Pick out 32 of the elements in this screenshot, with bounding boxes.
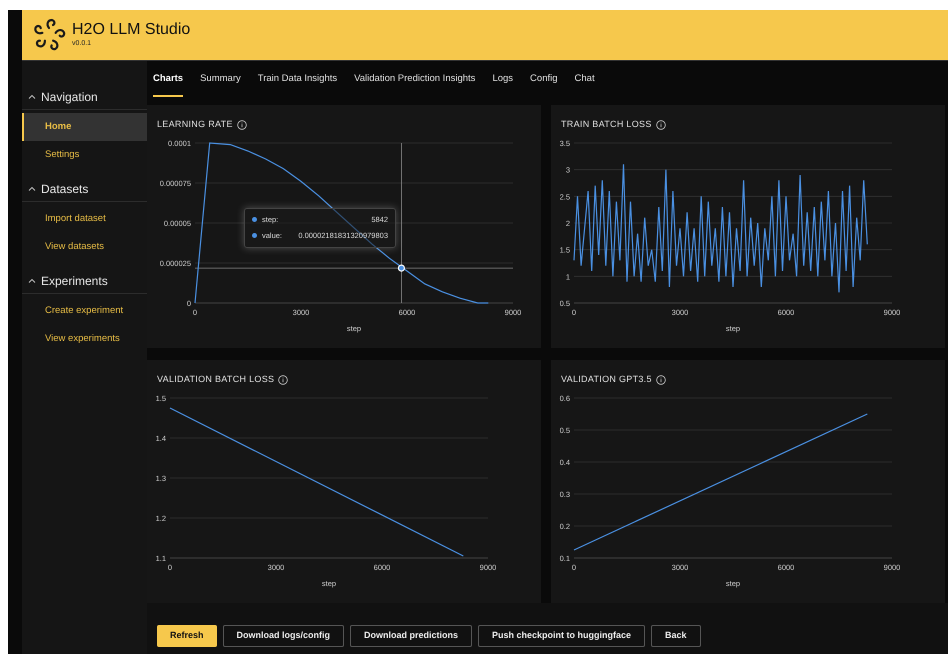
tab[interactable]: Chat (574, 72, 595, 97)
nav-item[interactable]: View datasets (22, 233, 147, 261)
section-header[interactable]: Navigation (22, 85, 147, 110)
nav-item[interactable]: Settings (22, 141, 147, 169)
action-button[interactable]: Back (651, 625, 701, 647)
logo-icon (32, 18, 66, 52)
series-dot-icon (252, 233, 257, 238)
app-title: H2O LLM Studio (72, 20, 190, 39)
action-button[interactable]: Refresh (157, 625, 217, 647)
nav-item[interactable]: Create experiment (22, 297, 147, 325)
chart-title: LEARNING RATE (157, 118, 233, 131)
tab[interactable]: Summary (200, 72, 241, 97)
tab[interactable]: Logs (492, 72, 514, 97)
chart-title: VALIDATION BATCH LOSS (157, 372, 274, 386)
info-icon[interactable] (236, 120, 247, 130)
tab[interactable]: Validation Prediction Insights (354, 72, 476, 97)
series-dot-icon (252, 217, 257, 222)
chart-title: TRAIN BATCH LOSS (561, 118, 652, 131)
nav-item[interactable]: View experiments (22, 325, 147, 353)
tab[interactable]: Train Data Insights (258, 72, 338, 97)
info-icon[interactable] (656, 374, 666, 384)
chart-title: VALIDATION GPT3.5 (561, 372, 652, 386)
nav-item[interactable]: Import dataset (22, 205, 147, 233)
action-button[interactable]: Download predictions (350, 625, 472, 647)
action-button[interactable]: Push checkpoint to huggingface (478, 625, 646, 647)
info-icon[interactable] (656, 120, 666, 130)
info-icon[interactable] (278, 374, 288, 384)
action-button[interactable]: Download logs/config (222, 625, 344, 647)
tab[interactable]: Config (530, 72, 558, 97)
hover-point (398, 264, 406, 272)
nav-item[interactable]: Home (22, 113, 147, 141)
tab[interactable]: Charts (153, 72, 184, 97)
